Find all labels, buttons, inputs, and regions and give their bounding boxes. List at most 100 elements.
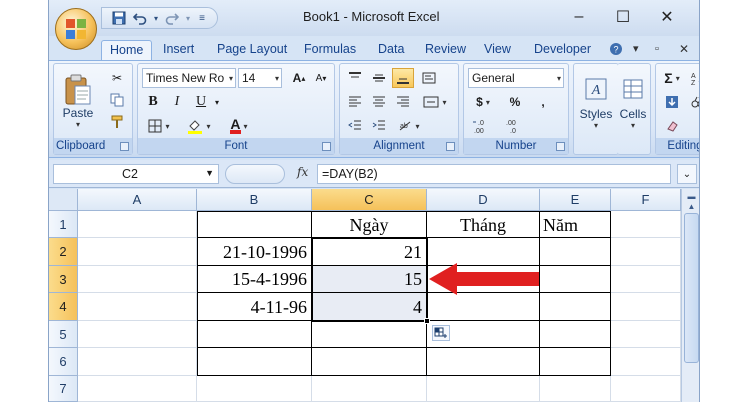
close-button[interactable]: ✕ [645, 4, 689, 30]
cell-f2[interactable] [611, 238, 681, 266]
cell-b3[interactable]: 15-4-1996 [197, 266, 312, 293]
fill-handle[interactable] [424, 318, 430, 324]
fill-color-button[interactable]: ▾ [180, 116, 218, 136]
cell-b6[interactable] [197, 348, 312, 376]
cell-c6[interactable] [312, 348, 427, 376]
cell-f3[interactable] [611, 266, 681, 293]
borders-button[interactable]: ▾ [142, 116, 176, 136]
expand-formula-bar-icon[interactable]: ⌄ [677, 164, 697, 184]
cell-c7[interactable] [312, 376, 427, 402]
cell-e3[interactable] [540, 266, 611, 293]
paste-button[interactable]: Paste ▾ [58, 68, 98, 134]
increase-indent-icon[interactable] [368, 116, 390, 136]
shrink-font-button[interactable]: A ▾ [310, 68, 332, 88]
auto-fill-options-icon[interactable] [432, 325, 450, 341]
select-all-corner[interactable] [49, 189, 78, 211]
insert-function-icon[interactable]: fx [297, 165, 308, 179]
minimize-button[interactable]: – [557, 4, 601, 30]
row-header-4[interactable]: 4 [49, 293, 78, 321]
column-header-e[interactable]: E [540, 189, 611, 211]
cell-e6[interactable] [540, 348, 611, 376]
grow-font-button[interactable]: A ▴ [288, 68, 310, 88]
undo-icon[interactable] [131, 9, 149, 27]
font-launcher-icon[interactable] [322, 142, 331, 151]
tab-developer[interactable]: Developer [534, 40, 591, 60]
tab-home[interactable]: Home [101, 40, 153, 60]
clear-icon[interactable] [660, 116, 684, 136]
cell-b7[interactable] [197, 376, 312, 402]
cell-a1[interactable] [78, 211, 197, 238]
cell-a6[interactable] [78, 348, 197, 376]
row-header-5[interactable]: 5 [49, 321, 78, 348]
cells-button[interactable]: Cells ▾ [615, 68, 651, 138]
align-center-icon[interactable] [368, 92, 390, 112]
cell-e4[interactable] [540, 293, 611, 321]
text-angle-icon[interactable]: ab ▾ [392, 116, 426, 136]
cell-c4[interactable]: 4 [312, 293, 427, 321]
number-format-box[interactable]: General ▾ [468, 68, 564, 88]
align-bottom-icon[interactable] [392, 68, 414, 88]
find-select-icon[interactable] [686, 92, 699, 112]
close-workbook-icon[interactable]: ✕ [679, 40, 689, 60]
bold-button[interactable]: B [142, 92, 164, 112]
styles-button[interactable]: A Styles ▾ [576, 68, 616, 138]
align-right-icon[interactable] [392, 92, 414, 112]
row-header-2[interactable]: 2 [49, 238, 78, 266]
decrease-decimal-button[interactable]: .00.0 [500, 116, 530, 136]
increase-decimal-button[interactable]: .0.00 [468, 116, 498, 136]
restore-workbook-icon[interactable]: ▫ [655, 40, 659, 60]
comma-button[interactable]: , [532, 92, 554, 112]
cell-b4[interactable]: 4-11-96 [197, 293, 312, 321]
save-icon[interactable] [110, 9, 128, 27]
align-middle-icon[interactable] [368, 68, 390, 88]
cell-a3[interactable] [78, 266, 197, 293]
format-painter-icon[interactable] [106, 112, 128, 132]
cell-c2[interactable]: 21 [312, 238, 427, 266]
cell-b1[interactable] [197, 211, 312, 238]
worksheet-grid[interactable]: A B C D E F 1 2 3 4 5 6 7 Ngày Tháng Năm… [49, 189, 681, 402]
name-box-dropdown-icon[interactable]: ▼ [205, 168, 214, 178]
tab-review[interactable]: Review [425, 40, 466, 60]
underline-dropdown-icon[interactable]: ▾ [212, 92, 222, 112]
help-icon[interactable]: ? [609, 40, 623, 60]
redo-icon[interactable] [163, 9, 181, 27]
currency-button[interactable]: $ ▾ [468, 92, 498, 112]
font-size-box[interactable]: 14 ▾ [238, 68, 282, 88]
redo-dropdown-icon[interactable]: ▾ [184, 9, 192, 27]
font-name-box[interactable]: Times New Ro ▾ [142, 68, 236, 88]
cell-f6[interactable] [611, 348, 681, 376]
cell-d7[interactable] [427, 376, 540, 402]
cell-b2[interactable]: 21-10-1996 [197, 238, 312, 266]
cell-f7[interactable] [611, 376, 681, 402]
cell-a2[interactable] [78, 238, 197, 266]
clipboard-launcher-icon[interactable] [120, 142, 129, 151]
cell-b5[interactable] [197, 321, 312, 348]
column-header-d[interactable]: D [427, 189, 540, 211]
customize-qat-icon[interactable]: ≡ [195, 9, 209, 27]
align-left-icon[interactable] [344, 92, 366, 112]
row-header-3[interactable]: 3 [49, 266, 78, 293]
office-button[interactable] [55, 8, 97, 50]
row-header-7[interactable]: 7 [49, 376, 78, 402]
font-color-button[interactable]: A ▾ [222, 116, 256, 136]
sort-filter-icon[interactable]: AZ [686, 68, 699, 88]
cell-f5[interactable] [611, 321, 681, 348]
italic-button[interactable]: I [166, 92, 188, 112]
fill-icon[interactable] [660, 92, 684, 112]
scroll-thumb[interactable] [684, 213, 699, 363]
tab-page-layout[interactable]: Page Layout [217, 40, 287, 60]
cell-e5[interactable] [540, 321, 611, 348]
orientation-icon[interactable] [418, 68, 440, 88]
cell-c1[interactable]: Ngày [312, 211, 427, 238]
cell-f1[interactable] [611, 211, 681, 238]
row-header-1[interactable]: 1 [49, 211, 78, 238]
tab-insert[interactable]: Insert [163, 40, 194, 60]
cell-a4[interactable] [78, 293, 197, 321]
decrease-indent-icon[interactable] [344, 116, 366, 136]
autosum-button[interactable]: Σ ▾ [660, 68, 684, 88]
column-header-c[interactable]: C [312, 189, 427, 211]
scroll-up-icon[interactable]: ▲ [684, 199, 699, 214]
cell-a5[interactable] [78, 321, 197, 348]
align-top-icon[interactable] [344, 68, 366, 88]
tab-formulas[interactable]: Formulas [304, 40, 356, 60]
